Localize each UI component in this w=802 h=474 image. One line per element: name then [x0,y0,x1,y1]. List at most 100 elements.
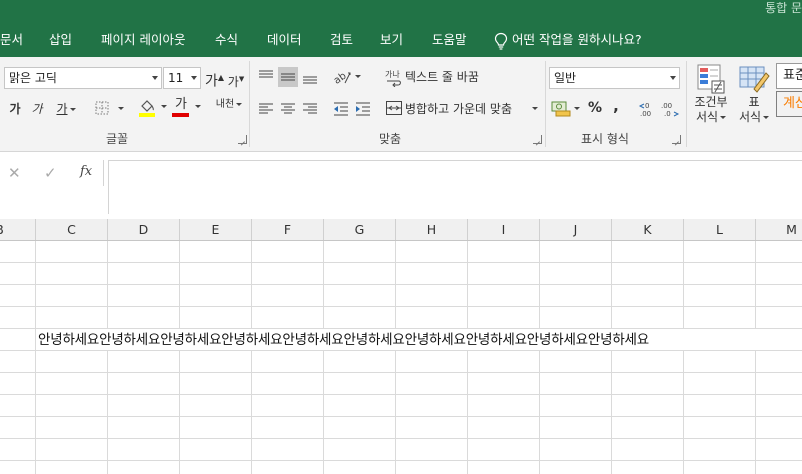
style-normal-cell[interactable]: 표준 [776,63,802,89]
italic-button[interactable]: 가 [28,101,46,117]
gridline [467,241,468,474]
tab-review[interactable]: 검토 [330,22,353,57]
gridline [0,306,802,307]
gridline [0,350,802,351]
align-bottom-button[interactable] [300,67,320,87]
font-name-value: 맑은 고딕 [9,71,57,85]
align-center-icon [281,103,295,114]
gridline [755,241,756,474]
font-name-combo[interactable]: 맑은 고딕 [4,67,162,89]
borders-button[interactable] [94,100,126,118]
ribbon-home: 맑은 고딕 11 가▲ 가▼ 가 가 가 가 내천 글꼴 ab 가나 텍스트 줄… [0,57,802,152]
shrink-font-label: 가 [227,75,239,89]
percent-style-button[interactable]: % [587,100,603,116]
gridline [179,241,180,474]
increase-decimal-button[interactable]: 0 .00 [638,99,658,119]
workbook-title: 통합 문 [765,1,802,15]
column-header-e[interactable]: E [180,219,252,240]
italic-label: 가 [31,102,43,116]
gridline [611,241,612,474]
formula-input[interactable] [108,160,802,214]
svg-text:0: 0 [645,102,649,110]
gridline [0,438,802,439]
cell-c5-text[interactable]: 안녕하세요안녕하세요안녕하세요안녕하세요안녕하세요안녕하세요안녕하세요안녕하세요… [38,330,649,350]
cell-area[interactable]: 안녕하세요안녕하세요안녕하세요안녕하세요안녕하세요안녕하세요안녕하세요안녕하세요… [0,241,802,474]
chevron-down-icon[interactable] [532,107,538,110]
align-top-button[interactable] [256,67,276,87]
wrap-text-icon-box: 가나 [385,67,405,88]
column-header-h[interactable]: H [396,219,468,240]
number-dialog-launcher[interactable] [672,135,681,144]
align-left-button[interactable] [256,99,276,119]
decrease-decimal-icon: .00 .0 [661,102,680,118]
tab-help[interactable]: 도움말 [432,22,467,57]
fill-color-button[interactable] [138,97,168,119]
group-divider [249,61,250,147]
column-header-j[interactable]: J [540,219,612,240]
style-calculation-cell[interactable]: 계산 [776,91,802,117]
insert-function-button[interactable]: fx [80,164,92,179]
increase-indent-button[interactable] [353,99,373,119]
svg-text:.00: .00 [640,110,651,118]
tab-view[interactable]: 보기 [380,22,403,57]
align-left-icon [259,103,273,114]
align-center-button[interactable] [278,99,298,119]
column-header-d[interactable]: D [108,219,180,240]
format-as-table-button[interactable]: 표 서식 [734,95,774,125]
orientation-button[interactable]: ab [331,67,361,87]
cancel-icon[interactable]: ✕ [8,164,21,182]
decrease-indent-button[interactable] [331,99,351,119]
column-header-b[interactable]: B [0,219,36,240]
font-size-value: 11 [168,71,184,85]
number-group-label: 표시 형식 [581,132,629,146]
tab-insert[interactable]: 삽입 [49,22,72,57]
phonetic-label: 내천 [215,99,235,110]
shrink-font-button[interactable]: 가▼ [227,71,245,90]
align-right-button[interactable] [300,99,320,119]
tab-file-partial[interactable]: 문서 [0,22,23,57]
worksheet-grid[interactable]: B C D E F G H I J K L M [0,219,802,474]
bold-button[interactable]: 가 [6,101,24,117]
tell-me-search[interactable]: 어떤 작업을 원하시나요? [512,22,642,57]
column-header-k[interactable]: K [612,219,684,240]
enter-check-icon[interactable]: ✓ [44,164,57,182]
merge-center-button[interactable]: 병합하고 가운데 맞춤 [405,101,512,117]
tab-formulas[interactable]: 수식 [215,22,238,57]
conditional-formatting-button[interactable]: 조건부 서식 [690,95,732,125]
column-header-m[interactable]: M [756,219,802,240]
merge-icon-box [385,99,403,119]
font-dialog-launcher[interactable] [238,135,247,144]
decrease-decimal-button[interactable]: .00 .0 [660,99,680,119]
style-normal-label: 표준 [783,68,802,83]
grow-font-button[interactable]: 가▲ [205,70,224,90]
chevron-down-icon [161,105,167,108]
column-header-l[interactable]: L [684,219,756,240]
alignment-dialog-launcher[interactable] [533,135,542,144]
group-divider [686,61,687,147]
format-as-table-icon [739,66,770,93]
chevron-down-icon [670,76,676,80]
comma-style-button[interactable]: , [609,98,623,114]
chevron-down-icon [355,75,361,78]
wrap-text-button[interactable]: 텍스트 줄 바꿈 [405,69,479,85]
chevron-down-icon [195,105,201,108]
font-color-button[interactable]: 가 [172,97,202,119]
phonetic-button[interactable]: 내천 [214,99,244,110]
tab-data[interactable]: 데이터 [267,22,302,57]
column-header-f[interactable]: F [252,219,324,240]
column-header-c[interactable]: C [36,219,108,240]
tab-page-layout[interactable]: 페이지 레이아웃 [101,22,185,57]
accounting-format-button[interactable] [551,99,581,119]
font-size-combo[interactable]: 11 [163,67,201,89]
underline-label: 가 [56,102,68,116]
svg-text:.00: .00 [661,102,672,110]
number-format-combo[interactable]: 일반 [549,67,680,89]
group-divider [545,61,546,147]
column-header-i[interactable]: I [468,219,540,240]
underline-button[interactable]: 가 [50,101,82,117]
column-header-g[interactable]: G [324,219,396,240]
gridline [107,241,108,474]
align-middle-button[interactable] [278,67,298,87]
lightbulb-icon [494,32,508,50]
style-calc-label: 계산 [783,96,802,111]
